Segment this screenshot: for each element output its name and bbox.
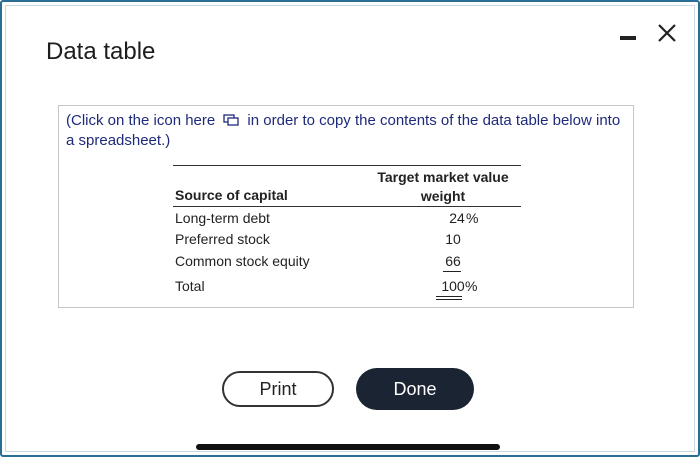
copy-icon[interactable]	[223, 112, 240, 126]
row-value-common-stock-equity: 66	[445, 253, 461, 269]
table-header-rule	[173, 206, 521, 207]
row-label-preferred-stock: Preferred stock	[175, 231, 270, 247]
close-icon[interactable]	[656, 22, 678, 44]
dialog-title: Data table	[46, 38, 156, 65]
total-double-underline-1	[436, 296, 462, 297]
home-indicator-bar	[196, 444, 500, 450]
copy-instruction: (Click on the icon here in order to copy…	[66, 111, 626, 151]
instruction-text-before: (Click on the icon here	[66, 112, 216, 129]
row-label-common-stock-equity: Common stock equity	[175, 253, 310, 269]
minimize-icon[interactable]	[620, 36, 636, 40]
column-header-source: Source of capital	[175, 187, 288, 203]
row-suffix-long-term-debt: %	[466, 210, 479, 226]
subtotal-underline	[443, 271, 461, 272]
total-double-underline-2	[436, 299, 462, 300]
done-button[interactable]: Done	[356, 368, 474, 410]
column-header-weight: Target market value weight	[377, 169, 509, 204]
row-suffix-total: %	[465, 278, 478, 294]
table-top-rule	[173, 165, 521, 166]
row-value-preferred-stock: 10	[445, 231, 461, 247]
row-label-total: Total	[175, 278, 205, 294]
row-label-long-term-debt: Long-term debt	[175, 210, 270, 226]
print-button[interactable]: Print	[222, 371, 334, 407]
